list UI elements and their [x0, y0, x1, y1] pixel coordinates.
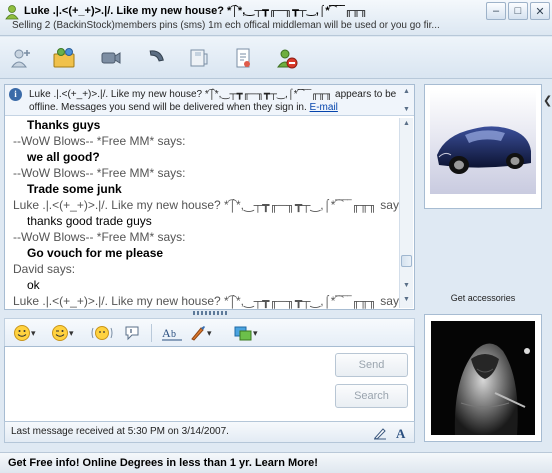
compose-area: Send Search — [4, 346, 415, 422]
svg-text:A: A — [162, 326, 171, 340]
offline-notice-message: Luke .|.<(+_+)>.|/. Like my new house? *… — [29, 89, 397, 113]
voice-clip-icon[interactable] — [123, 323, 141, 343]
info-icon: i — [9, 88, 22, 101]
scroll-up-arrow-icon[interactable]: ▲ — [401, 88, 412, 95]
title-bar: Luke .|.<(+_+)>.|/. Like my new house? *… — [0, 0, 552, 36]
toolbar-separator — [151, 324, 152, 342]
buddy-status-icon — [5, 5, 19, 20]
email-link[interactable]: E-mail — [310, 102, 338, 113]
dropdown-arrow-icon[interactable]: ▾ — [31, 328, 36, 339]
dropdown-arrow-icon[interactable]: ▾ — [69, 328, 74, 339]
sender-line: --WoW Blows-- *Free MM* says: — [13, 230, 186, 244]
my-display-picture[interactable] — [424, 314, 542, 442]
conversation-toolbar — [0, 37, 552, 79]
dropdown-arrow-icon[interactable]: ▾ — [207, 328, 212, 339]
maximize-button[interactable]: □ — [508, 2, 528, 20]
sender-line: --WoW Blows-- *Free MM* says: — [13, 166, 186, 180]
sender-line: David says: — [13, 262, 76, 276]
window-title: Luke .|.<(+_+)>.|/. Like my new house? *… — [24, 5, 368, 17]
call-icon[interactable] — [140, 43, 170, 73]
history-scrollbar[interactable]: ▲ ▼ ▼ — [399, 118, 413, 308]
collapse-panel-arrow-icon[interactable]: ❮ — [543, 92, 552, 110]
sender-line: Luke .|.<(+_+)>.|/. Like my new house? *… — [13, 294, 400, 308]
typing-mode-icon[interactable]: A — [393, 424, 411, 441]
car-picture — [430, 90, 536, 194]
scroll-down-arrow-icon[interactable]: ▼ — [400, 294, 413, 306]
get-accessories-link[interactable]: Get accessories — [424, 293, 542, 303]
offline-notice-text: Luke .|.<(+_+)>.|/. Like my new house? *… — [29, 88, 397, 114]
invite-contact-icon[interactable] — [6, 43, 36, 73]
sender-line: Luke .|.<(+_+)>.|/. Like my new house? *… — [13, 198, 400, 212]
send-button[interactable]: Send — [335, 353, 408, 377]
scrollbar-thumb[interactable] — [401, 255, 412, 267]
offline-notice: i Luke .|.<(+_+)>.|/. Like my new house?… — [5, 85, 414, 116]
message-line: thanks good trade guys — [27, 214, 152, 228]
svg-text:A: A — [396, 426, 406, 440]
formatting-toolbar: ▾ ▾ Ab ▾ ▾ — [4, 318, 415, 346]
activities-icon[interactable] — [228, 43, 258, 73]
contact-display-picture[interactable] — [424, 84, 542, 209]
advertisement-text[interactable]: Get Free info! Online Degrees in less th… — [8, 457, 318, 469]
background-icon[interactable]: ▾ — [189, 323, 212, 343]
sender-line: --WoW Blows-- *Free MM* says: — [13, 134, 186, 148]
send-files-icon[interactable] — [50, 43, 80, 73]
scroll-up-arrow-icon[interactable]: ▲ — [400, 118, 413, 130]
close-button[interactable]: ✕ — [530, 2, 550, 20]
block-icon[interactable] — [272, 43, 302, 73]
status-bar: Last message received at 5:30 PM on 3/14… — [4, 421, 415, 443]
svg-text:b: b — [171, 329, 176, 340]
games-icon[interactable] — [184, 43, 214, 73]
scroll-down-arrow-icon[interactable]: ▼ — [400, 280, 413, 292]
advertisement-bar[interactable]: Get Free info! Online Degrees in less th… — [0, 452, 552, 473]
handwriting-icon[interactable] — [371, 424, 389, 441]
message-line: Thanks guys — [27, 118, 101, 132]
contact-personal-message: Selling 2 (BackinStock)members pins (sms… — [12, 20, 440, 31]
hooded-figure-picture — [431, 321, 535, 435]
notice-scroller[interactable]: ▲ ▼ — [401, 88, 412, 113]
nudge-icon[interactable] — [91, 323, 113, 343]
last-message-status: Last message received at 5:30 PM on 3/14… — [11, 426, 229, 437]
video-icon[interactable] — [96, 43, 126, 73]
message-line: Go vouch for me please — [27, 246, 164, 260]
message-line: ok — [27, 278, 40, 292]
message-input[interactable] — [9, 351, 329, 417]
conversation-history: i Luke .|.<(+_+)>.|/. Like my new house?… — [4, 84, 415, 310]
pane-splitter-handle[interactable] — [193, 311, 229, 315]
emoticon-icon[interactable]: ▾ — [13, 323, 36, 343]
message-line: we all good? — [27, 150, 100, 164]
font-icon[interactable]: Ab — [161, 323, 183, 343]
message-list: Thanks guys --WoW Blows-- *Free MM* says… — [5, 118, 400, 309]
message-line: Trade some junk — [27, 182, 122, 196]
search-button[interactable]: Search — [335, 384, 408, 408]
scroll-down-arrow-icon[interactable]: ▼ — [401, 106, 412, 113]
ink-icon[interactable]: ▾ — [233, 323, 258, 343]
dropdown-arrow-icon[interactable]: ▾ — [253, 328, 258, 339]
wink-icon[interactable]: ▾ — [51, 323, 74, 343]
minimize-button[interactable]: – — [486, 2, 506, 20]
